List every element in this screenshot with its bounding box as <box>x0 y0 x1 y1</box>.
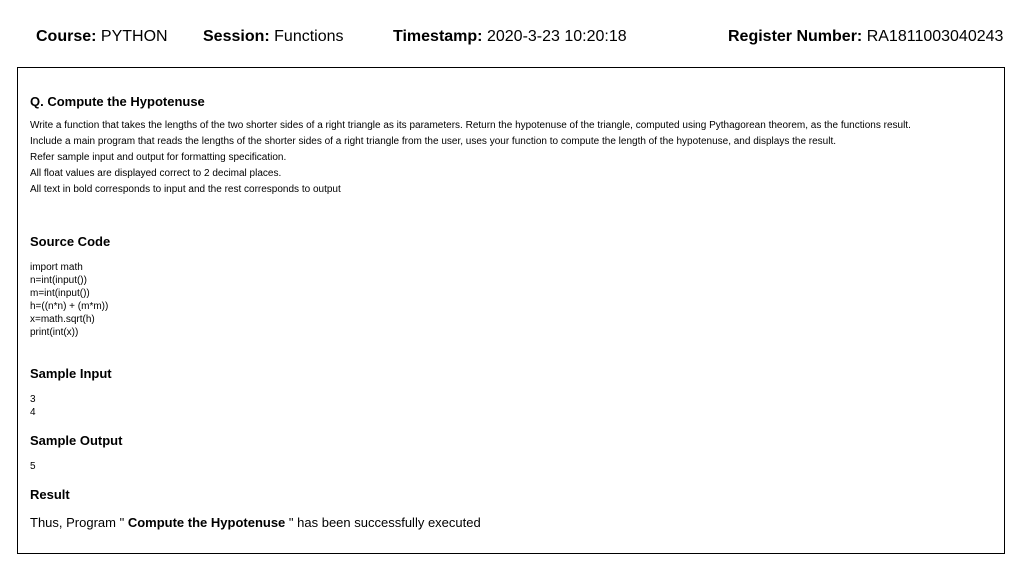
question-description: Write a function that takes the lengths … <box>30 118 911 198</box>
sample-input-block: 3 4 <box>30 393 36 419</box>
sample-input-heading: Sample Input <box>30 366 112 381</box>
code-line: n=int(input()) <box>30 275 87 286</box>
result-suffix: " has been successfully executed <box>288 515 481 530</box>
question-line: All float values are displayed correct t… <box>30 168 282 179</box>
code-line: print(int(x)) <box>30 327 79 338</box>
result-prefix: Thus, Program " <box>30 515 125 530</box>
code-line: import math <box>30 262 83 273</box>
sample-output-heading: Sample Output <box>30 433 123 448</box>
course-value: PYTHON <box>100 28 168 45</box>
sample-input-line: 3 <box>30 394 36 405</box>
question-line: Refer sample input and output for format… <box>30 152 287 163</box>
register-number-label: Register Number: <box>728 28 863 45</box>
session-field: Session: Functions <box>203 28 344 46</box>
content-box: Q. Compute the Hypotenuse Write a functi… <box>17 67 1005 554</box>
result-program-name: Compute the Hypotenuse <box>127 515 286 530</box>
question-line: Include a main program that reads the le… <box>30 136 837 147</box>
code-line: x=math.sqrt(h) <box>30 314 95 325</box>
question-title: Q. Compute the Hypotenuse <box>30 94 205 109</box>
code-line: h=((n*n) + (m*m)) <box>30 301 109 312</box>
result-heading: Result <box>30 487 70 502</box>
sample-input-line: 4 <box>30 407 36 418</box>
course-field: Course: PYTHON <box>36 28 168 46</box>
timestamp-field: Timestamp: 2020-3-23 10:20:18 <box>393 28 627 46</box>
register-number-field: Register Number: RA1811003040243 <box>728 28 1003 46</box>
register-number-value: RA1811003040243 <box>866 28 1004 45</box>
question-line: Write a function that takes the lengths … <box>30 120 911 131</box>
timestamp-label: Timestamp: <box>393 28 483 45</box>
sample-output-block: 5 <box>30 460 36 473</box>
session-value: Functions <box>274 28 344 45</box>
code-line: m=int(input()) <box>30 288 90 299</box>
sample-output-line: 5 <box>30 461 36 472</box>
course-label: Course: <box>36 28 97 45</box>
source-code-block: import math n=int(input()) m=int(input()… <box>30 261 108 339</box>
source-code-heading: Source Code <box>30 234 111 249</box>
result-text: Thus, Program " Compute the Hypotenuse "… <box>30 515 481 530</box>
question-line: All text in bold corresponds to input an… <box>30 184 341 195</box>
session-label: Session: <box>203 28 270 45</box>
timestamp-value: 2020-3-23 10:20:18 <box>486 28 627 45</box>
